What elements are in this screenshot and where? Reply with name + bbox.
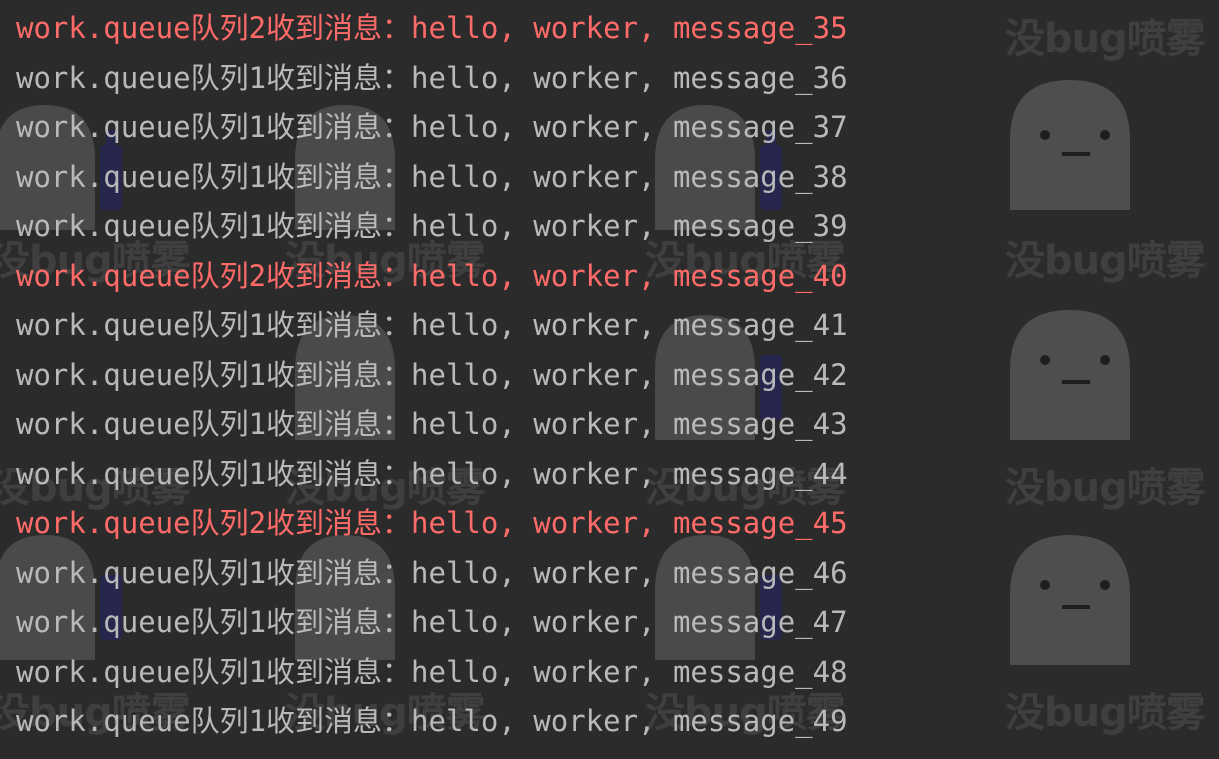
log-line[interactable]: work.queue队列1收到消息：hello, worker, message… — [16, 54, 848, 104]
log-line[interactable]: work.queue队列2收到消息：hello, worker, message… — [16, 252, 848, 302]
log-line[interactable]: work.queue队列1收到消息：hello, worker, message… — [16, 598, 848, 648]
log-line[interactable]: work.queue队列1收到消息：hello, worker, message… — [16, 351, 848, 401]
log-line[interactable]: work.queue队列1收到消息：hello, worker, message… — [16, 450, 848, 500]
ghost-with-spray-bottle-icon — [1010, 535, 1130, 665]
ghost-with-spray-bottle-icon — [1010, 310, 1130, 440]
watermark-text: 没bug喷雾 — [1005, 238, 1206, 284]
ghost-with-spray-bottle-icon — [1010, 80, 1130, 210]
log-line[interactable]: work.queue队列1收到消息：hello, worker, message… — [16, 549, 848, 599]
watermark-text: 没bug喷雾 — [1005, 465, 1206, 511]
log-line[interactable]: work.queue队列1收到消息：hello, worker, message… — [16, 648, 848, 698]
log-line[interactable]: work.queue队列1收到消息：hello, worker, message… — [16, 202, 848, 252]
console-log-list: work.queue队列2收到消息：hello, worker, message… — [16, 4, 848, 747]
console-output-panel[interactable]: 没bug喷雾 没bug喷雾 没bug喷雾 没bug喷雾 没bug喷雾 没bug喷… — [0, 0, 1219, 759]
log-line[interactable]: work.queue队列2收到消息：hello, worker, message… — [16, 4, 848, 54]
log-line[interactable]: work.queue队列1收到消息：hello, worker, message… — [16, 301, 848, 351]
log-line[interactable]: work.queue队列1收到消息：hello, worker, message… — [16, 697, 848, 747]
log-line[interactable]: work.queue队列1收到消息：hello, worker, message… — [16, 103, 848, 153]
watermark-text: 没bug喷雾 — [1005, 690, 1206, 736]
log-line[interactable]: work.queue队列1收到消息：hello, worker, message… — [16, 400, 848, 450]
log-line[interactable]: work.queue队列2收到消息：hello, worker, message… — [16, 499, 848, 549]
log-line[interactable]: work.queue队列1收到消息：hello, worker, message… — [16, 153, 848, 203]
watermark-text: 没bug喷雾 — [1005, 16, 1206, 62]
